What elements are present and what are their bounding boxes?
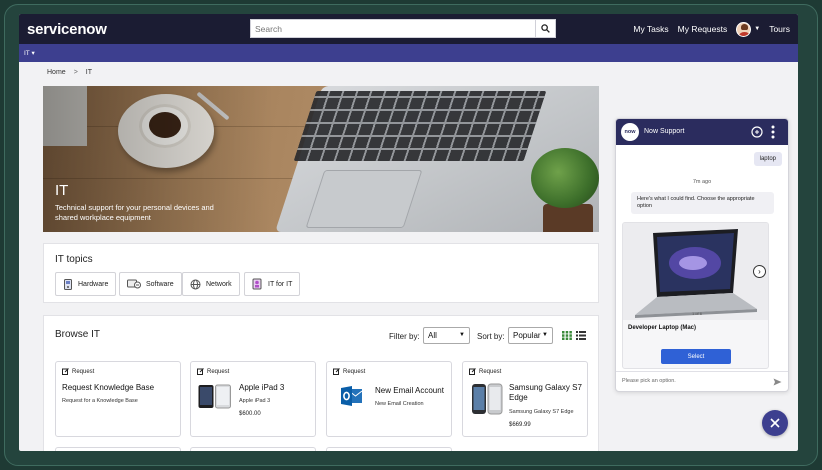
chevron-down-icon: ▼ bbox=[542, 332, 548, 338]
item-title: Apple iPad 3 bbox=[239, 383, 285, 392]
topic-network[interactable]: Network bbox=[182, 272, 240, 296]
edit-icon bbox=[62, 368, 69, 375]
item-title: New Email Account bbox=[375, 386, 444, 395]
result-carousel: 1 of 6 Developer Laptop (Mac) › Select bbox=[622, 222, 769, 369]
list-view-icon[interactable] bbox=[576, 331, 586, 340]
user-message: laptop bbox=[753, 152, 782, 166]
item-description: Request for a Knowledge Base bbox=[62, 398, 138, 404]
filter-select[interactable]: All ▼ bbox=[423, 327, 470, 344]
hero-title: IT bbox=[55, 182, 69, 199]
globe-icon bbox=[190, 279, 201, 289]
item-price: $669.99 bbox=[509, 422, 531, 428]
my-tasks-link[interactable]: My Tasks bbox=[633, 24, 668, 34]
it-topics-heading: IT topics bbox=[55, 254, 93, 265]
it-menu[interactable]: IT ▾ bbox=[24, 49, 35, 57]
chevron-down-icon: ▼ bbox=[459, 332, 465, 338]
sort-select[interactable]: Popular ▼ bbox=[508, 327, 553, 344]
laptop-image bbox=[623, 223, 768, 320]
item-title: Samsung Galaxy S7 Edge bbox=[509, 383, 582, 402]
servicenow-logo[interactable]: servicenow bbox=[27, 21, 107, 38]
now-logo: now bbox=[621, 123, 639, 141]
chat-header: now Now Support bbox=[616, 119, 788, 145]
hero-banner: IT Technical support for your personal d… bbox=[43, 86, 599, 232]
browse-it-heading: Browse IT bbox=[55, 329, 101, 340]
item-title: Request Knowledge Base bbox=[62, 383, 155, 392]
breadcrumb-current: IT bbox=[85, 69, 93, 76]
it-for-it-icon bbox=[252, 278, 262, 290]
catalog-item[interactable] bbox=[326, 447, 452, 451]
topic-hardware[interactable]: Hardware bbox=[55, 272, 117, 296]
breadcrumb: Home > IT bbox=[47, 69, 92, 76]
request-tag: Request bbox=[197, 368, 229, 375]
it-topics-card: IT topics Hardware Software Network IT f… bbox=[43, 243, 599, 303]
request-tag: Request bbox=[333, 368, 365, 375]
item-description: Samsung Galaxy S7 Edge bbox=[509, 409, 574, 415]
keyboard-image bbox=[293, 91, 547, 161]
portal-screen: servicenow My Tasks My Requests ▼ Tours … bbox=[19, 14, 798, 451]
my-requests-link[interactable]: My Requests bbox=[678, 24, 728, 34]
topic-software[interactable]: Software bbox=[119, 272, 182, 296]
hero-subtitle: Technical support for your personal devi… bbox=[55, 203, 214, 222]
chevron-right-icon[interactable]: › bbox=[753, 265, 766, 278]
close-icon bbox=[770, 418, 780, 428]
hardware-icon bbox=[64, 278, 72, 290]
user-avatar[interactable] bbox=[736, 21, 752, 37]
virtual-agent-chat: now Now Support laptop 7m ago Here's wha… bbox=[615, 118, 789, 392]
filter-label: Filter by: bbox=[389, 332, 420, 341]
breadcrumb-separator: > bbox=[73, 69, 78, 76]
grid-view-icon[interactable] bbox=[562, 331, 572, 340]
close-chat-button[interactable] bbox=[762, 410, 788, 436]
catalog-item-new-email-account[interactable]: Request New Email Account New Email Crea… bbox=[326, 361, 452, 437]
search-input[interactable] bbox=[251, 20, 535, 37]
catalog-item[interactable] bbox=[190, 447, 316, 451]
search-button[interactable] bbox=[535, 20, 555, 37]
search-icon bbox=[541, 24, 550, 33]
ipad-image bbox=[198, 384, 231, 409]
catalog-item[interactable] bbox=[55, 447, 181, 451]
item-description: Apple iPad 3 bbox=[239, 398, 271, 404]
search-box bbox=[250, 19, 556, 38]
chat-input[interactable]: Please pick an option. bbox=[616, 371, 788, 391]
sub-navbar: IT ▾ bbox=[19, 44, 798, 62]
result-label: Developer Laptop (Mac) bbox=[628, 325, 697, 331]
plant-image bbox=[531, 148, 599, 208]
request-tag: Request bbox=[469, 368, 501, 375]
topic-it-for-it[interactable]: IT for IT bbox=[244, 272, 301, 296]
request-tag: Request bbox=[62, 368, 94, 375]
carousel-counter: 1 of 6 bbox=[692, 311, 703, 316]
send-icon[interactable] bbox=[773, 378, 782, 386]
browse-it-card: Browse IT Filter by: All ▼ Sort by: Popul… bbox=[43, 315, 599, 451]
edit-icon bbox=[333, 368, 340, 375]
select-button[interactable]: Select bbox=[661, 349, 731, 364]
edit-icon bbox=[197, 368, 204, 375]
chevron-down-icon[interactable]: ▼ bbox=[754, 26, 760, 32]
breadcrumb-home[interactable]: Home bbox=[47, 69, 66, 76]
item-price: $600.00 bbox=[239, 411, 261, 417]
edit-icon bbox=[469, 368, 476, 375]
outlook-icon bbox=[341, 386, 363, 406]
catalog-item-knowledge-base[interactable]: Request Request Knowledge Base Request f… bbox=[55, 361, 181, 437]
trackpad-image bbox=[305, 170, 423, 228]
chat-title: Now Support bbox=[644, 128, 685, 135]
samsung-phone-image bbox=[472, 383, 503, 415]
more-options-icon[interactable] bbox=[771, 125, 775, 139]
item-description: New Email Creation bbox=[375, 401, 424, 407]
top-nav-links: My Tasks My Requests ▼ Tours bbox=[633, 14, 790, 44]
bot-message: Here's what I could find. Choose the app… bbox=[631, 192, 774, 214]
catalog-item-samsung-galaxy-s7[interactable]: Request Samsung Galaxy S7 Edge Samsung G… bbox=[462, 361, 588, 437]
sort-label: Sort by: bbox=[477, 332, 505, 341]
tours-link[interactable]: Tours bbox=[769, 24, 790, 34]
chat-bubble-icon[interactable] bbox=[751, 126, 763, 138]
catalog-item-apple-ipad-3[interactable]: Request Apple iPad 3 Apple iPad 3 $600.0… bbox=[190, 361, 316, 437]
software-icon bbox=[127, 279, 141, 289]
message-timestamp: 7m ago bbox=[692, 179, 712, 185]
